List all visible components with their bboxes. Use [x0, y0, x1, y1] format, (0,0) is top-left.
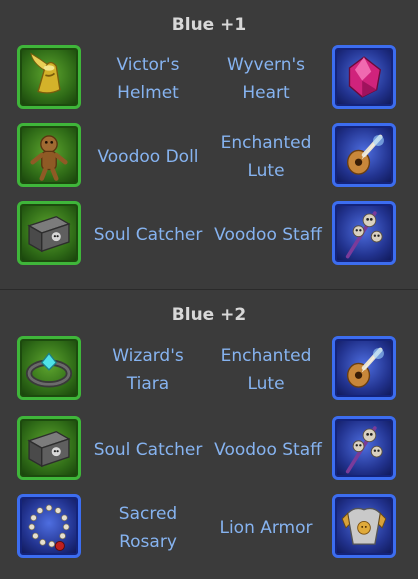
item-name-line2: Rosary: [119, 532, 177, 552]
item-row: Soul Catcher Voodoo Staff: [0, 416, 418, 484]
item-name-line2: Heart: [242, 83, 290, 103]
item-name-line2: Helmet: [117, 83, 179, 103]
lute-icon[interactable]: [332, 336, 396, 400]
item-name-line1: Lion Armor: [219, 518, 313, 538]
item-label: Lion Armor: [206, 514, 326, 542]
item-name-line1: Enchanted: [220, 346, 312, 366]
item-label: Enchanted Lute: [206, 129, 326, 185]
item-row: Sacred Rosary Lion Armor: [0, 494, 418, 562]
item-label: Victor's Helmet: [88, 51, 208, 107]
item-name-line1: Sacred: [118, 504, 178, 524]
lute-icon[interactable]: [332, 123, 396, 187]
item-name-line1: Voodoo Staff: [214, 440, 322, 460]
section-title: Blue +2: [171, 305, 247, 325]
item-label: Wyvern's Heart: [206, 51, 326, 107]
item-name-line1: Soul Catcher: [93, 440, 203, 460]
item-label: Enchanted Lute: [206, 342, 326, 398]
item-name-line1: Soul Catcher: [93, 225, 203, 245]
section-title: Blue +1: [171, 15, 247, 35]
lion-armor-icon[interactable]: [332, 494, 396, 558]
item-label: Wizard's Tiara: [88, 342, 208, 398]
item-row: Victor's Helmet Wyvern's Heart: [0, 45, 418, 113]
item-label: Voodoo Staff: [206, 221, 330, 249]
item-label: Soul Catcher: [86, 221, 210, 249]
item-name-line1: Enchanted: [220, 133, 312, 153]
item-name-line1: Voodoo Staff: [214, 225, 322, 245]
rosary-icon[interactable]: [17, 494, 81, 558]
item-row: Soul Catcher Voodoo Staff: [0, 201, 418, 269]
skull-chest-icon[interactable]: [17, 201, 81, 265]
item-name-line1: Voodoo Doll: [97, 147, 199, 167]
item-name-line1: Wyvern's: [226, 55, 306, 75]
item-label: Voodoo Doll: [86, 143, 210, 171]
crimson-gem-icon[interactable]: [332, 45, 396, 109]
golden-winged-helmet-icon[interactable]: [17, 45, 81, 109]
skull-staff-icon[interactable]: [332, 416, 396, 480]
item-name-line1: Wizard's: [112, 346, 184, 366]
section-blue-plus-2: Blue +2 Wizard's Tiara Enchanted Lute So…: [0, 290, 418, 579]
item-label: Soul Catcher: [86, 436, 210, 464]
item-name-line2: Lute: [247, 374, 285, 394]
tiara-icon[interactable]: [17, 336, 81, 400]
item-name-line2: Lute: [247, 161, 285, 181]
item-row: Voodoo Doll Enchanted Lute: [0, 123, 418, 191]
skull-chest-icon[interactable]: [17, 416, 81, 480]
skull-staff-icon[interactable]: [332, 201, 396, 265]
item-name-line2: Tiara: [126, 374, 170, 394]
section-blue-plus-1: Blue +1 Victor's Helmet Wyvern's Heart V…: [0, 0, 418, 289]
item-label: Voodoo Staff: [206, 436, 330, 464]
item-name-line1: Victor's: [116, 55, 180, 75]
item-label: Sacred Rosary: [88, 500, 208, 556]
item-row: Wizard's Tiara Enchanted Lute: [0, 336, 418, 404]
voodoo-doll-icon[interactable]: [17, 123, 81, 187]
